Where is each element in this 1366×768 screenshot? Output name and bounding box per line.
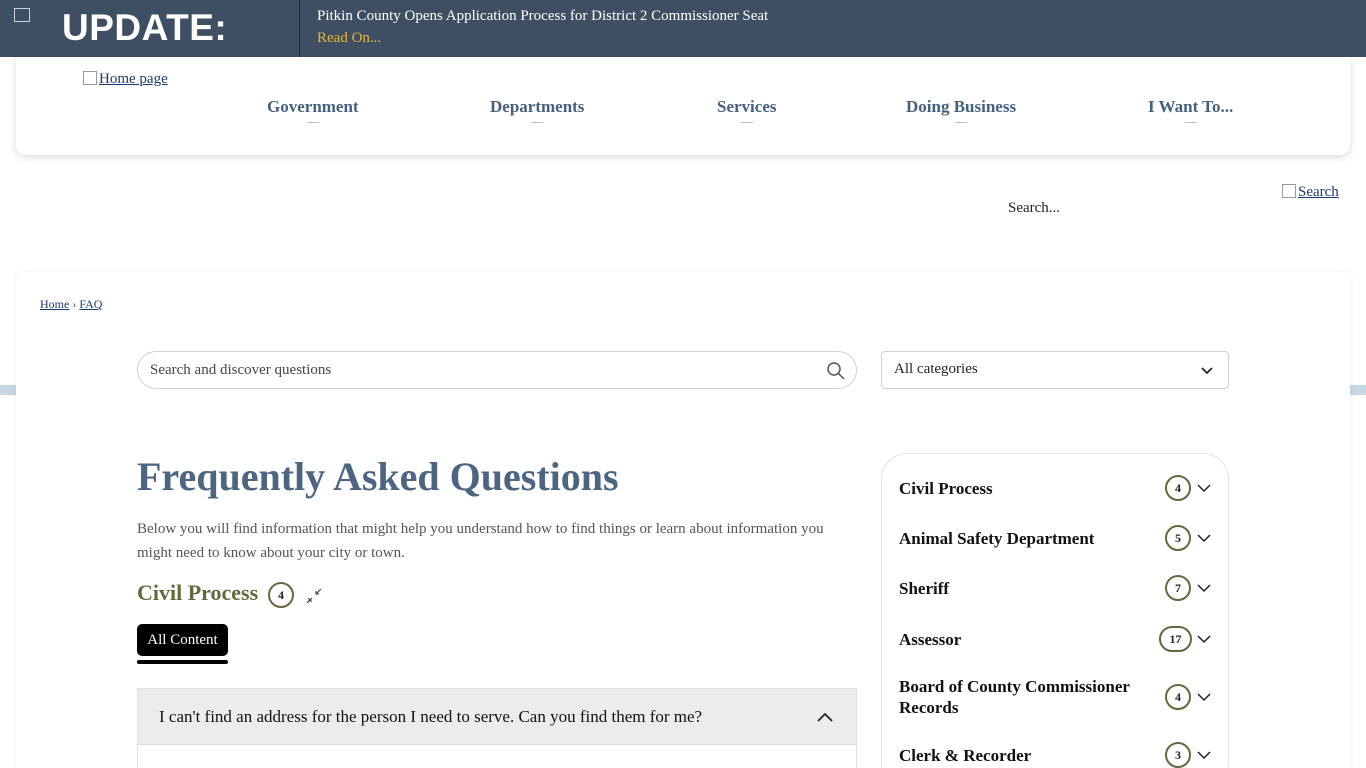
chevron-down-icon[interactable]: [1196, 530, 1212, 546]
nav-dash: [955, 122, 968, 123]
chevron-down-icon: [1201, 367, 1213, 375]
category-count-badge: 5: [1165, 525, 1191, 551]
category-count-badge: 4: [1165, 684, 1191, 710]
nav-item-services[interactable]: Services: [717, 97, 777, 123]
category-count-badge: 3: [1165, 742, 1191, 768]
section-count-badge: 4: [268, 582, 294, 608]
category-name: Animal Safety Department: [899, 529, 1095, 548]
tab-active-indicator: [137, 660, 228, 664]
chevron-down-icon[interactable]: [1196, 480, 1212, 496]
alert-banner: UPDATE: Pitkin County Opens Application …: [0, 0, 1366, 57]
category-name: Sheriff: [899, 579, 950, 598]
category-count-badge: 7: [1165, 575, 1191, 601]
chevron-down-icon[interactable]: [1196, 631, 1212, 647]
site-search-input[interactable]: Search...: [1008, 200, 1060, 217]
broken-image-icon: [83, 71, 97, 85]
faq-search-box: [137, 351, 857, 389]
breadcrumb: Home › FAQ: [40, 297, 102, 312]
nav-item-i-want-to[interactable]: I Want To...: [1148, 97, 1234, 123]
alert-headline[interactable]: Pitkin County Opens Application Process …: [317, 8, 768, 25]
decorative-band-left: [0, 385, 16, 395]
chevron-up-icon[interactable]: [816, 709, 834, 727]
nav-item-label: Government: [267, 97, 359, 116]
search-icon[interactable]: [826, 361, 846, 381]
nav-item-departments[interactable]: Departments: [490, 97, 585, 123]
nav-dash: [306, 122, 319, 123]
nav-item-doing-business[interactable]: Doing Business: [906, 97, 1017, 123]
faq-search-input[interactable]: [150, 358, 810, 382]
nav-item-label: I Want To...: [1148, 97, 1234, 116]
breadcrumb-faq-link[interactable]: FAQ: [79, 297, 102, 311]
section-title: Civil Process: [137, 580, 259, 605]
breadcrumb-home-link[interactable]: Home: [40, 297, 69, 311]
tab-all-content[interactable]: All Content: [137, 624, 228, 656]
nav-item-label: Departments: [490, 97, 585, 116]
page-title: Frequently Asked Questions: [137, 454, 619, 499]
faq-accordion-item: I can't find an address for the person I…: [137, 688, 857, 768]
nav-item-government[interactable]: Government: [267, 97, 359, 123]
broken-image-icon: [1282, 184, 1296, 198]
nav-item-label: Services: [717, 97, 777, 116]
category-count-badge: 4: [1165, 475, 1191, 501]
nav-dash: [531, 122, 544, 123]
category-select[interactable]: All categories: [881, 351, 1229, 389]
home-page-logo-link[interactable]: Home page: [83, 71, 168, 88]
nav-item-label: Doing Business: [906, 97, 1017, 116]
categories-panel: Civil Process 4 Animal Safety Department…: [881, 453, 1229, 768]
category-name: Board of County Commissioner Records: [899, 677, 1130, 717]
category-name: Clerk & Recorder: [899, 746, 1032, 765]
collapse-arrows-icon[interactable]: [304, 586, 324, 606]
chevron-down-icon[interactable]: [1196, 747, 1212, 763]
alert-divider: [299, 0, 300, 57]
home-page-link-text: Home page: [99, 71, 168, 87]
decorative-band-right: [1350, 385, 1366, 395]
alert-icon: [14, 8, 56, 50]
category-name: Assessor: [899, 630, 962, 649]
category-count-badge: 17: [1159, 626, 1192, 652]
nav-dash: [740, 122, 753, 123]
site-search-button-label: Search: [1298, 184, 1339, 200]
alert-label: UPDATE:: [62, 7, 228, 48]
chevron-down-icon[interactable]: [1196, 580, 1212, 596]
page-description: Below you will find information that mig…: [137, 521, 824, 561]
category-name: Civil Process: [899, 479, 993, 498]
category-select-value: All categories: [894, 361, 978, 377]
breadcrumb-separator: ›: [72, 297, 77, 311]
alert-read-on-link[interactable]: Read On...: [317, 30, 381, 47]
faq-question-text: I can't find an address for the person I…: [159, 707, 703, 726]
site-search-button[interactable]: Search: [1282, 184, 1339, 201]
chevron-down-icon[interactable]: [1196, 689, 1212, 705]
nav-dash: [1184, 122, 1197, 123]
main-header: Home page Government Departments Service…: [16, 57, 1350, 155]
faq-question-header[interactable]: I can't find an address for the person I…: [138, 689, 856, 745]
